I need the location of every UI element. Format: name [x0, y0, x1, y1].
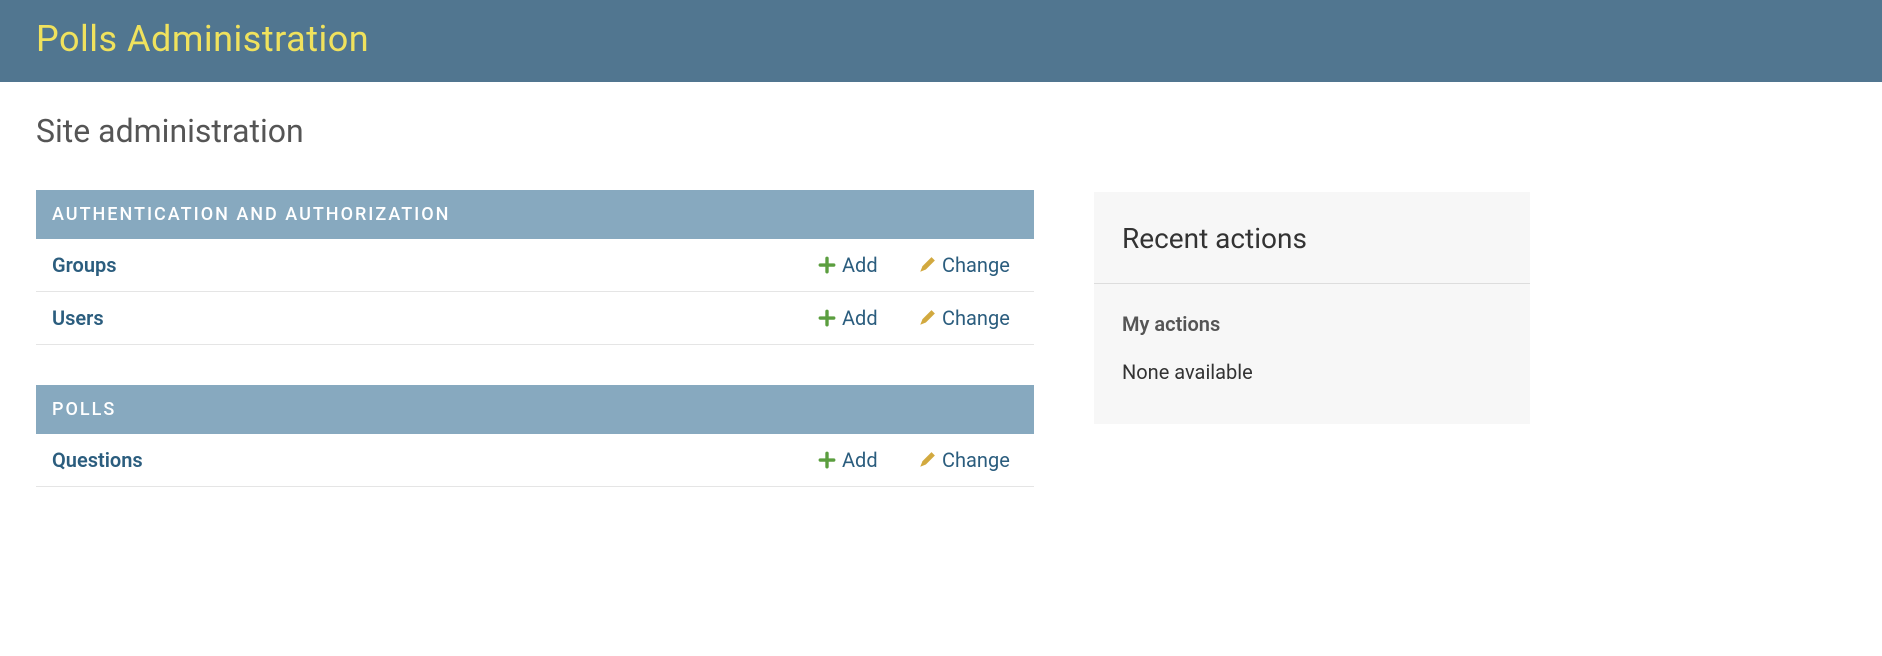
- plus-icon: [818, 451, 836, 469]
- add-link-groups[interactable]: Add: [818, 253, 918, 277]
- change-link-users[interactable]: Change: [918, 306, 1018, 330]
- change-label: Change: [942, 448, 1010, 472]
- model-row-groups: Groups Add Change: [36, 239, 1034, 292]
- divider: [1094, 283, 1530, 284]
- content-wrapper: Site administration AUTHENTICATION AND A…: [0, 82, 1882, 557]
- model-row-questions: Questions Add Change: [36, 434, 1034, 487]
- module-caption[interactable]: AUTHENTICATION AND AUTHORIZATION: [36, 190, 1034, 239]
- recent-actions-panel: Recent actions My actions None available: [1094, 192, 1530, 424]
- recent-actions-empty: None available: [1122, 360, 1502, 384]
- plus-icon: [818, 309, 836, 327]
- change-label: Change: [942, 253, 1010, 277]
- site-title[interactable]: Polls Administration: [36, 18, 1846, 60]
- model-link-users[interactable]: Users: [52, 306, 818, 330]
- model-link-questions[interactable]: Questions: [52, 448, 818, 472]
- recent-actions-title: Recent actions: [1122, 222, 1502, 255]
- change-link-groups[interactable]: Change: [918, 253, 1018, 277]
- add-label: Add: [842, 448, 878, 472]
- add-label: Add: [842, 253, 878, 277]
- header-bar: Polls Administration: [0, 0, 1882, 82]
- plus-icon: [818, 256, 836, 274]
- change-label: Change: [942, 306, 1010, 330]
- module-caption[interactable]: POLLS: [36, 385, 1034, 434]
- add-label: Add: [842, 306, 878, 330]
- add-link-users[interactable]: Add: [818, 306, 918, 330]
- add-link-questions[interactable]: Add: [818, 448, 918, 472]
- my-actions-title: My actions: [1122, 312, 1502, 336]
- page-title: Site administration: [36, 112, 1034, 150]
- app-module-auth: AUTHENTICATION AND AUTHORIZATION Groups …: [36, 190, 1034, 345]
- pencil-icon: [918, 309, 936, 327]
- change-link-questions[interactable]: Change: [918, 448, 1018, 472]
- app-module-polls: POLLS Questions Add Change: [36, 385, 1034, 487]
- main-column: Site administration AUTHENTICATION AND A…: [36, 112, 1034, 527]
- model-row-users: Users Add Change: [36, 292, 1034, 345]
- pencil-icon: [918, 256, 936, 274]
- model-link-groups[interactable]: Groups: [52, 253, 818, 277]
- pencil-icon: [918, 451, 936, 469]
